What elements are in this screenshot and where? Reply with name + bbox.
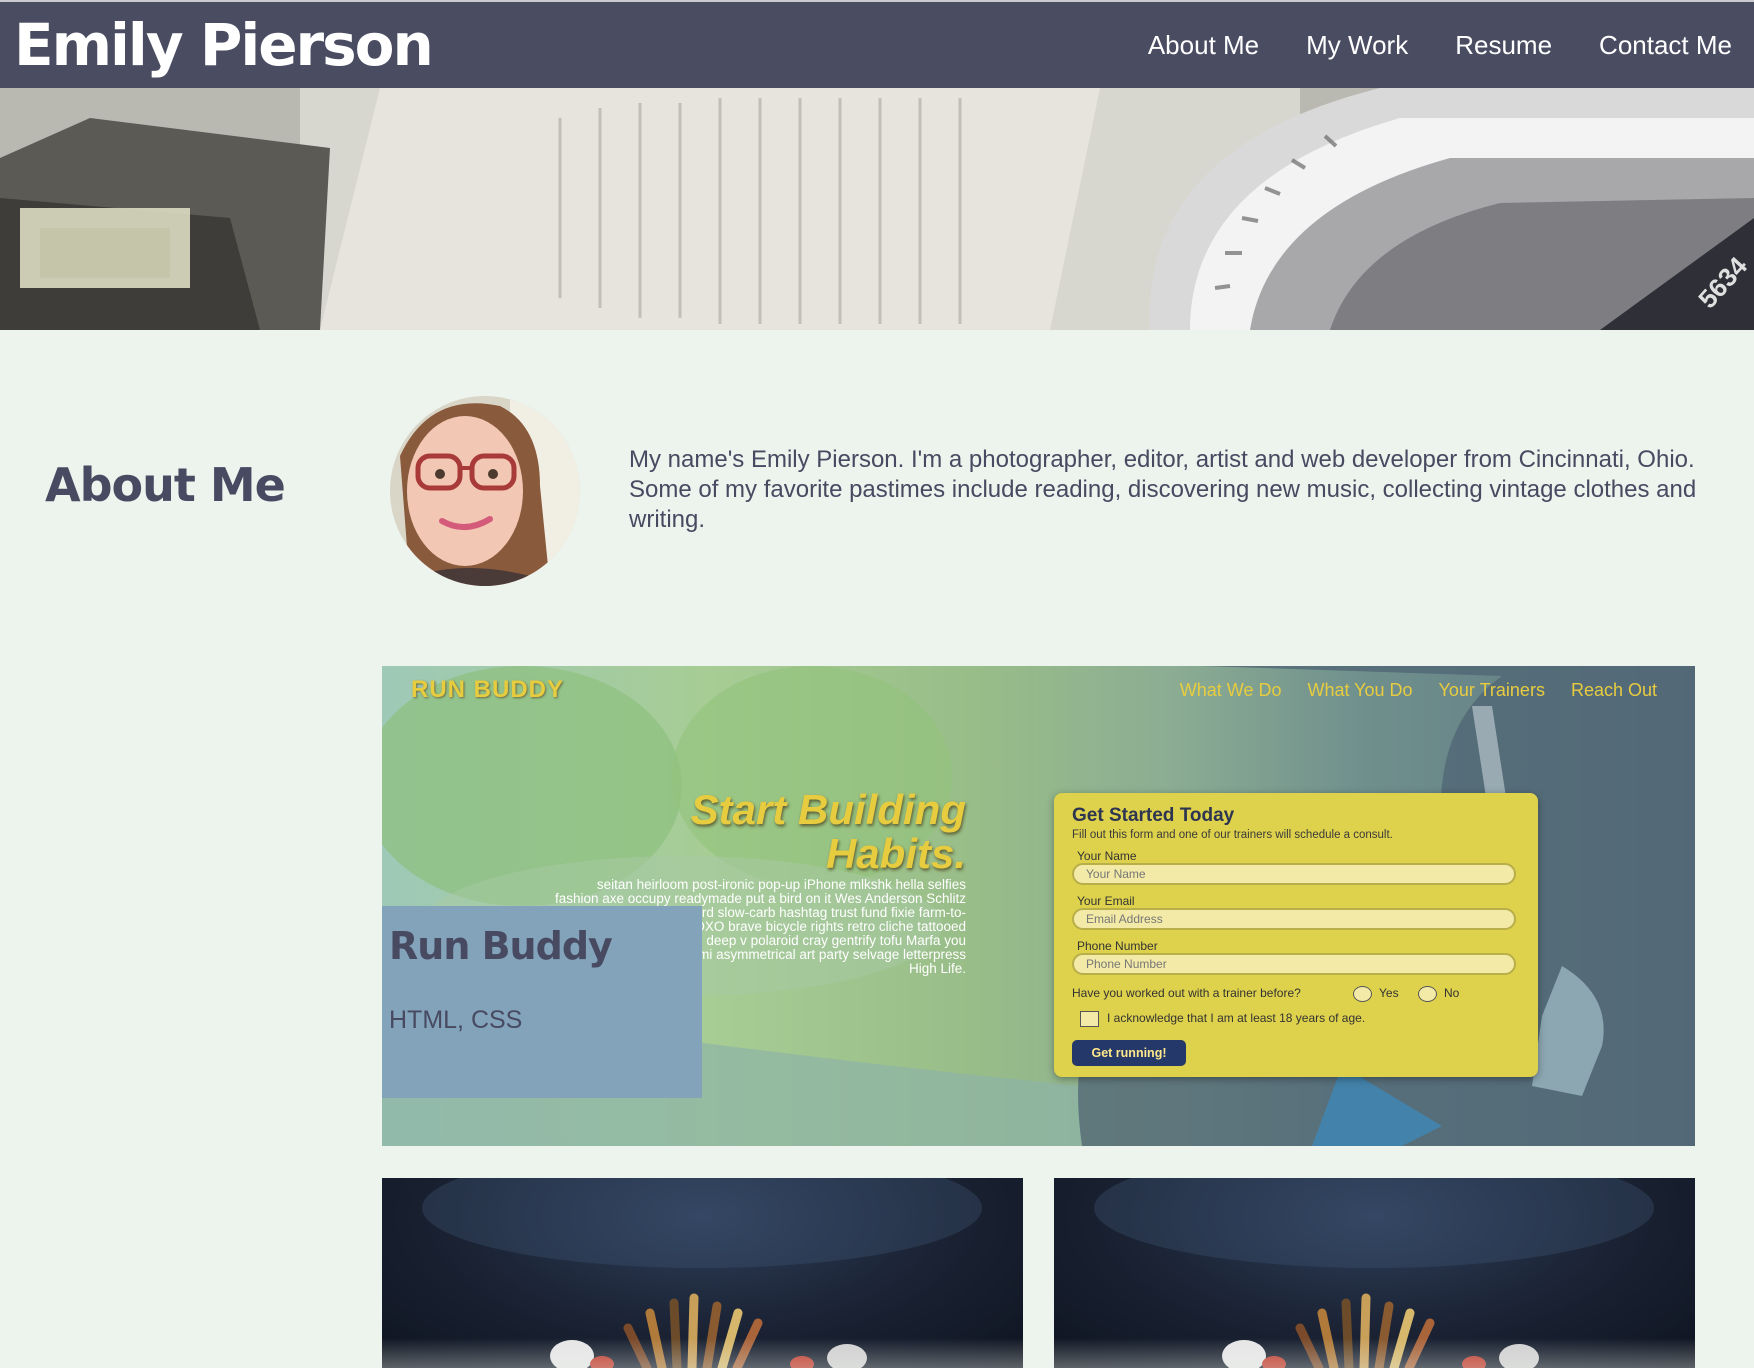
main-nav: About Me My Work Resume Contact Me	[1101, 2, 1732, 88]
run-buddy-form: Get Started Today Fill out this form and…	[1054, 793, 1538, 1077]
form-subtitle: Fill out this form and one of our traine…	[1072, 829, 1393, 841]
name-field: Your Name	[1072, 863, 1516, 885]
yes-label: Yes	[1379, 986, 1399, 1000]
form-title: Get Started Today	[1072, 805, 1235, 826]
project-tech: HTML, CSS	[389, 1006, 523, 1034]
nav-my-work[interactable]: My Work	[1306, 30, 1408, 61]
run-buddy-nav-item: Your Trainers	[1438, 680, 1545, 700]
nav-resume[interactable]: Resume	[1455, 30, 1552, 61]
run-buddy-nav: What We Do What You Do Your Trainers Rea…	[1154, 680, 1657, 701]
site-header: Emily Pierson About Me My Work Resume Co…	[0, 2, 1754, 88]
site-title[interactable]: Emily Pierson	[14, 8, 434, 82]
profile-photo	[390, 396, 580, 586]
yes-radio	[1353, 986, 1372, 1002]
run-buddy-headline-line-2: Habits.	[825, 830, 966, 877]
run-buddy-nav-item: What You Do	[1307, 680, 1413, 700]
nav-about-me[interactable]: About Me	[1148, 30, 1259, 61]
email-field: Email Address	[1072, 908, 1516, 930]
get-running-button: Get running!	[1072, 1040, 1186, 1066]
project-tile[interactable]	[1054, 1178, 1695, 1368]
about-heading: About Me	[45, 458, 286, 512]
no-label: No	[1444, 986, 1460, 1000]
name-label: Your Name	[1077, 849, 1137, 863]
hero-photo: 5634	[0, 88, 1754, 330]
acknowledge-text: I acknowledge that I am at least 18 year…	[1107, 1011, 1366, 1025]
run-buddy-logo: RUN BUDDY	[411, 676, 564, 703]
age-checkbox	[1080, 1011, 1099, 1027]
tile-photo	[422, 1178, 982, 1368]
about-text: My name's Emily Pierson. I'm a photograp…	[629, 446, 1697, 533]
run-buddy-headline-line-1: Start Building	[690, 786, 966, 833]
tile-photo	[1094, 1178, 1654, 1368]
run-buddy-nav-item: Reach Out	[1570, 680, 1657, 700]
run-buddy-headline: Start Building Habits.	[572, 788, 966, 876]
email-label: Your Email	[1077, 894, 1135, 908]
phone-field: Phone Number	[1072, 953, 1516, 975]
no-radio	[1418, 986, 1437, 1002]
hero-image: 5634	[0, 88, 1754, 330]
project-label[interactable]: Run Buddy HTML, CSS	[382, 906, 702, 1098]
trainer-question: Have you worked out with a trainer befor…	[1072, 986, 1301, 1000]
run-buddy-nav-item: What We Do	[1179, 680, 1282, 700]
project-tile[interactable]	[382, 1178, 1023, 1368]
nav-contact-me[interactable]: Contact Me	[1599, 30, 1732, 61]
project-title: Run Buddy	[389, 924, 613, 968]
phone-label: Phone Number	[1077, 939, 1158, 953]
